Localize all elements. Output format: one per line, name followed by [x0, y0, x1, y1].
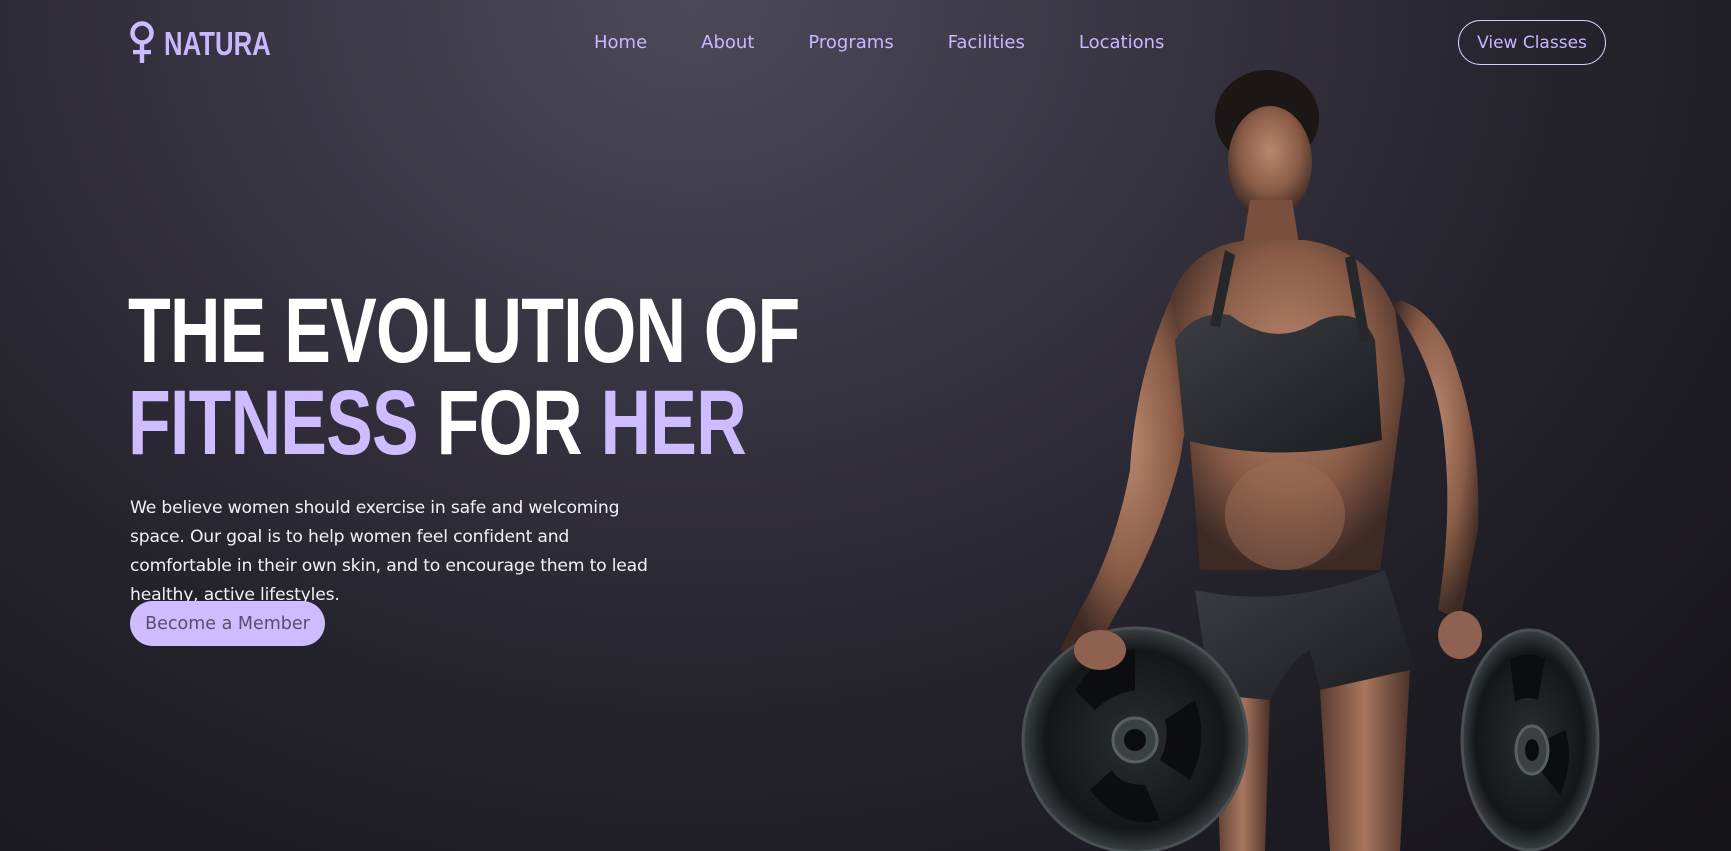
hero-title-her: HER — [600, 372, 747, 474]
female-symbol-icon — [130, 21, 154, 63]
athlete-illustration — [1021, 70, 1600, 851]
nav-item-facilities[interactable]: Facilities — [948, 30, 1025, 56]
hero-title-for: FOR — [436, 372, 583, 474]
nav-item-home[interactable]: Home — [594, 30, 647, 56]
nav-item-about[interactable]: About — [701, 30, 754, 56]
hero-description: We believe women should exercise in safe… — [130, 498, 648, 605]
nav-item-programs[interactable]: Programs — [808, 30, 893, 56]
brand-logo[interactable]: NATURA — [128, 20, 301, 66]
hero-title: THE EVOLUTION OF FITNESS FOR HER — [128, 285, 800, 469]
hero-title-fitness: FITNESS — [128, 372, 419, 474]
hero-title-line-1: THE EVOLUTION OF — [128, 280, 800, 382]
landing-page: NATURA Home About Programs Facilities Lo… — [0, 0, 1731, 851]
hero-title-line-2: FITNESS FOR HER — [128, 377, 800, 469]
become-member-button[interactable]: Become a Member — [130, 601, 325, 646]
brand-name: NATURA — [164, 24, 271, 62]
hero-athlete-image — [1020, 50, 1620, 851]
